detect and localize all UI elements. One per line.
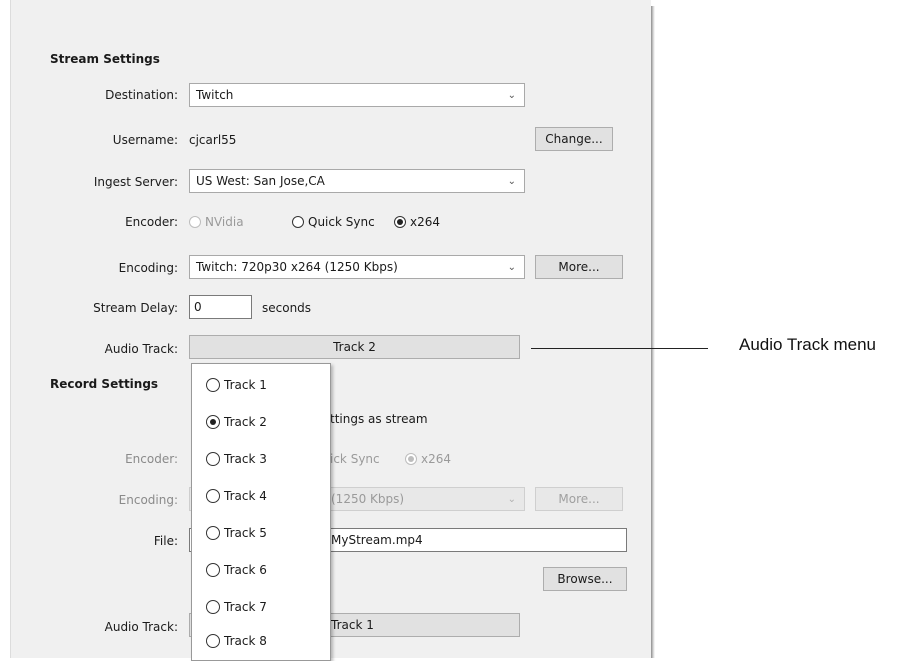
menu-item-track-5[interactable]: Track 5 xyxy=(206,526,267,540)
stream-delay-label: Stream Delay: xyxy=(93,301,178,315)
stream-delay-input[interactable]: 0 xyxy=(189,295,252,319)
chevron-down-icon: ⌄ xyxy=(507,90,516,101)
encoding-more-button[interactable]: More... xyxy=(535,255,623,279)
record-encoder-quick-sync-label: ick Sync xyxy=(330,452,380,466)
record-encoder-label: Encoder: xyxy=(125,452,178,466)
menu-item-label: Track 7 xyxy=(224,600,267,614)
record-encoding-label: Encoding: xyxy=(118,493,178,507)
chevron-down-icon: ⌄ xyxy=(507,494,516,505)
radio-button-icon xyxy=(189,216,201,228)
radio-button-icon xyxy=(206,526,220,540)
ingest-server-select[interactable]: US West: San Jose,CA ⌄ xyxy=(189,169,525,193)
menu-item-track-3[interactable]: Track 3 xyxy=(206,452,267,466)
menu-item-track-7[interactable]: Track 7 xyxy=(206,600,267,614)
menu-item-label: Track 1 xyxy=(224,378,267,392)
chevron-down-icon: ⌄ xyxy=(507,262,516,273)
menu-item-label: Track 5 xyxy=(224,526,267,540)
menu-item-track-1[interactable]: Track 1 xyxy=(206,378,267,392)
radio-label: Quick Sync xyxy=(308,215,375,229)
callout-label: Audio Track menu xyxy=(739,335,877,354)
menu-item-label: Track 8 xyxy=(224,634,267,648)
radio-button-icon xyxy=(206,378,220,392)
radio-button-selected-icon xyxy=(206,415,220,429)
callout-line xyxy=(531,348,708,349)
change-username-button[interactable]: Change... xyxy=(535,127,613,151)
menu-item-label: Track 6 xyxy=(224,563,267,577)
username-label: Username: xyxy=(112,133,178,147)
radio-button-selected-icon xyxy=(405,453,417,465)
destination-select[interactable]: Twitch ⌄ xyxy=(189,83,525,107)
record-encoder-radio-x264: x264 xyxy=(405,452,451,466)
radio-button-icon xyxy=(206,489,220,503)
chevron-down-icon: ⌄ xyxy=(507,176,516,187)
radio-button-icon xyxy=(292,216,304,228)
encoding-label: Encoding: xyxy=(118,261,178,275)
radio-button-selected-icon xyxy=(394,216,406,228)
stream-delay-unit: seconds xyxy=(262,301,312,315)
menu-item-track-6[interactable]: Track 6 xyxy=(206,563,267,577)
menu-item-label: Track 4 xyxy=(224,489,267,503)
menu-item-track-8[interactable]: Track 8 xyxy=(206,634,267,648)
destination-label: Destination: xyxy=(105,88,178,102)
panel-shadow xyxy=(651,6,655,658)
audio-track-menu: Track 1 Track 2 Track 3 Track 4 Track 5 … xyxy=(191,363,331,661)
record-file-label: File: xyxy=(153,534,178,548)
ingest-server-label: Ingest Server: xyxy=(93,175,178,189)
encoder-radio-x264[interactable]: x264 xyxy=(394,215,440,229)
stream-settings-heading: Stream Settings xyxy=(50,52,160,66)
radio-label: NVidia xyxy=(205,215,244,229)
menu-item-label: Track 2 xyxy=(224,415,267,429)
encoder-radio-quick-sync[interactable]: Quick Sync xyxy=(292,215,375,229)
radio-label: x264 xyxy=(410,215,441,229)
radio-label: x264 xyxy=(421,452,452,466)
same-as-stream-label: ttings as stream xyxy=(330,412,428,426)
encoder-label: Encoder: xyxy=(125,215,178,229)
menu-item-label: Track 3 xyxy=(224,452,267,466)
username-value: cjcarl55 xyxy=(189,133,237,147)
encoding-select[interactable]: Twitch: 720p30 x264 (1250 Kbps) ⌄ xyxy=(189,255,525,279)
menu-item-track-4[interactable]: Track 4 xyxy=(206,489,267,503)
browse-button[interactable]: Browse... xyxy=(543,567,627,591)
encoding-value: Twitch: 720p30 x264 (1250 Kbps) xyxy=(196,260,398,274)
audio-track-dropdown[interactable]: Track 2 xyxy=(189,335,520,359)
record-encoding-value: (1250 Kbps) xyxy=(331,492,405,506)
radio-button-icon xyxy=(206,452,220,466)
audio-track-label: Audio Track: xyxy=(104,342,178,356)
radio-button-icon xyxy=(206,563,220,577)
radio-button-icon xyxy=(206,634,220,648)
record-settings-heading: Record Settings xyxy=(50,377,159,391)
destination-value: Twitch xyxy=(196,88,234,102)
encoder-radio-nvidia[interactable]: NVidia xyxy=(189,215,244,229)
record-audio-track-label: Audio Track: xyxy=(104,620,178,634)
radio-button-icon xyxy=(206,600,220,614)
record-encoding-more-button: More... xyxy=(535,487,623,511)
menu-item-track-2[interactable]: Track 2 xyxy=(206,415,267,429)
ingest-server-value: US West: San Jose,CA xyxy=(196,174,325,188)
